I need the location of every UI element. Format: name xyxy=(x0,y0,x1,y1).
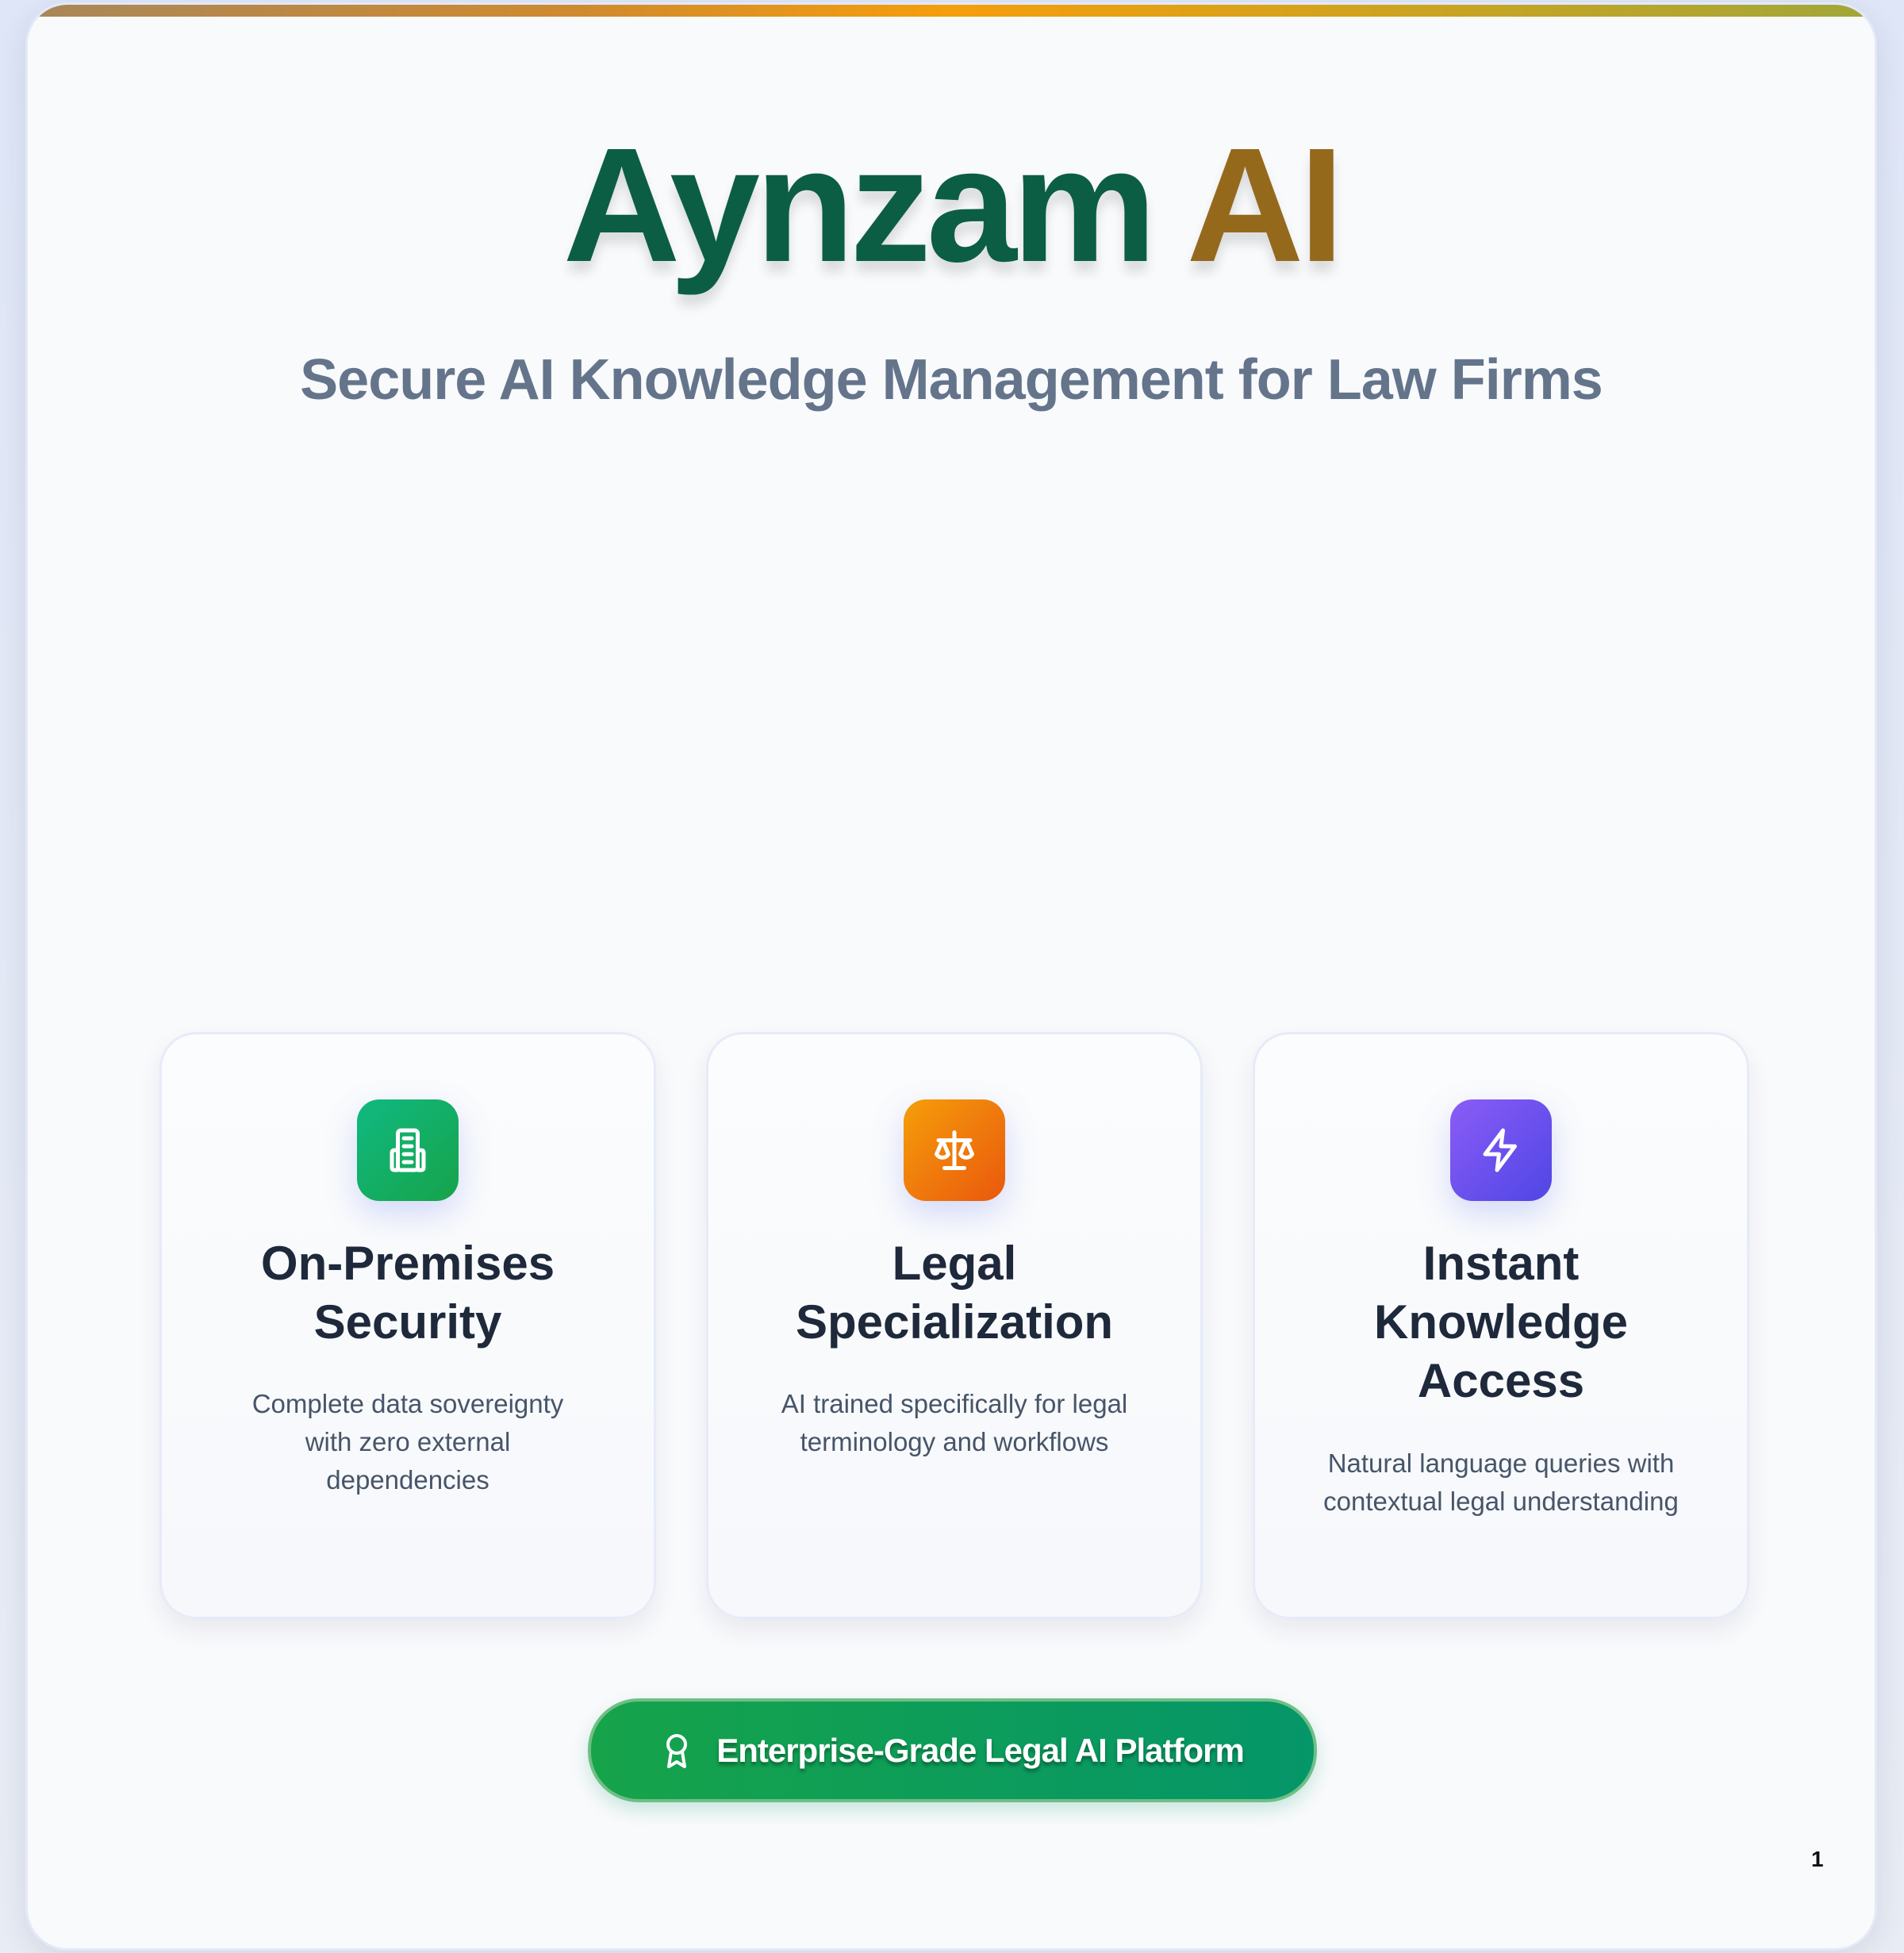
feature-description: Natural language queries with contextual… xyxy=(1323,1448,1679,1516)
subtitle: Secure AI Knowledge Management for Law F… xyxy=(300,348,1603,412)
building-icon xyxy=(357,1099,459,1201)
scale-icon xyxy=(904,1099,1005,1201)
enterprise-badge: Enterprise-Grade Legal AI Platform xyxy=(588,1698,1317,1802)
page-number: 1 xyxy=(1811,1847,1824,1871)
feature-title: Instant Knowledge Access xyxy=(1373,1237,1628,1407)
feature-title: On-Premises Security xyxy=(260,1237,555,1349)
title-brand: Aynzam xyxy=(562,114,1157,296)
accent-bar xyxy=(28,5,1875,17)
feature-title: Legal Specialization xyxy=(795,1237,1114,1349)
feature-card-legal: Legal Specialization AI trained specific… xyxy=(706,1032,1203,1619)
feature-description: Complete data sovereignty with zero exte… xyxy=(251,1389,564,1494)
feature-card-security: On-Premises Security Complete data sover… xyxy=(159,1032,656,1619)
page-title: Aynzam AI xyxy=(28,124,1875,286)
slide: Aynzam AI Secure AI Knowledge Management… xyxy=(28,5,1875,1948)
badge-label: Enterprise-Grade Legal AI Platform xyxy=(716,1731,1245,1769)
lightning-icon xyxy=(1450,1099,1552,1201)
title-ai: AI xyxy=(1186,114,1344,296)
feature-description: AI trained specifically for legal termin… xyxy=(781,1389,1128,1456)
award-icon xyxy=(666,1733,688,1768)
feature-card-knowledge: Instant Knowledge Access Natural languag… xyxy=(1253,1032,1749,1619)
